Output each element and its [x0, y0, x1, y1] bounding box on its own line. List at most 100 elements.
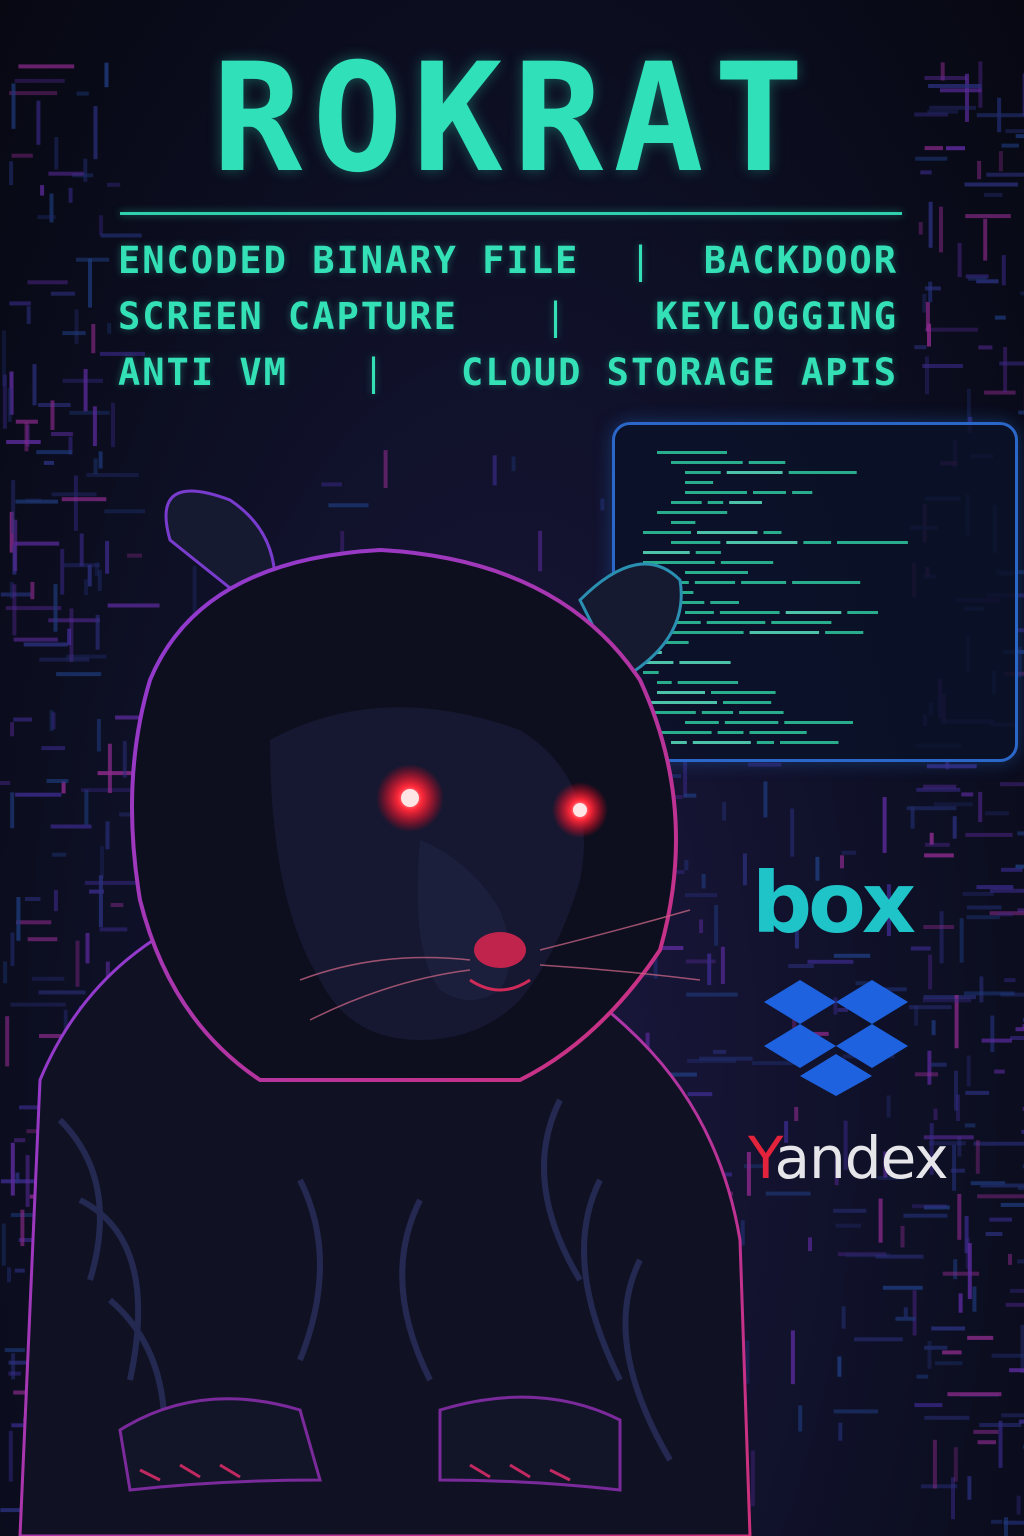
- circuit-segment: [975, 1140, 980, 1174]
- code-line-segment: [825, 631, 864, 634]
- circuit-segment: [994, 1069, 1005, 1074]
- circuit-segment: [765, 1191, 811, 1196]
- circuit-segment: [111, 402, 115, 448]
- tag-keylogging: KEYLOGGING: [655, 294, 898, 338]
- circuit-segment: [964, 182, 1018, 187]
- circuit-segment: [928, 281, 933, 303]
- poster: ROKRAT ENCODED BINARY FILE | BACKDOOR SC…: [0, 0, 1024, 1536]
- circuit-segment: [1015, 864, 1024, 869]
- circuit-segment: [950, 1168, 965, 1173]
- code-line-segment: [780, 741, 839, 744]
- circuit-segment: [984, 192, 1003, 197]
- circuit-segment: [886, 1095, 891, 1118]
- circuit-segment: [914, 1403, 943, 1408]
- circuit-segment: [798, 1405, 803, 1432]
- circuit-segment: [835, 1223, 861, 1228]
- circuit-segment: [808, 1237, 812, 1252]
- circuit-segment: [36, 100, 41, 145]
- circuit-segment: [1010, 1288, 1024, 1293]
- circuit-segment: [1000, 782, 1024, 787]
- circuit-segment: [107, 323, 112, 334]
- feature-tags: ENCODED BINARY FILE | BACKDOOR SCREEN CA…: [118, 232, 898, 400]
- circuit-segment: [18, 64, 75, 69]
- circuit-segment: [967, 276, 987, 281]
- circuit-segment: [981, 1038, 1012, 1043]
- circuit-segment: [62, 378, 103, 383]
- circuit-segment: [923, 925, 955, 929]
- circuit-segment: [964, 1123, 976, 1128]
- circuit-segment: [998, 1420, 1003, 1468]
- circuit-segment: [978, 345, 993, 350]
- circuit-segment: [967, 1476, 972, 1500]
- circuit-segment: [62, 331, 86, 336]
- circuit-segment: [972, 1286, 977, 1312]
- circuit-segment: [1017, 831, 1024, 836]
- circuit-segment: [14, 78, 65, 83]
- circuit-segment: [69, 410, 110, 415]
- circuit-segment: [1017, 1259, 1024, 1264]
- circuit-segment: [76, 91, 89, 96]
- circuit-segment: [989, 888, 1024, 893]
- circuit-segment: [962, 891, 994, 896]
- circuit-segment: [93, 458, 98, 474]
- circuit-segment: [50, 291, 76, 296]
- circuit-segment: [959, 918, 964, 963]
- circuit-segment: [882, 1285, 923, 1290]
- circuit-segment: [909, 1005, 952, 1010]
- circuit-segment: [914, 345, 927, 350]
- circuit-segment: [2, 374, 7, 429]
- circuit-segment: [961, 792, 974, 797]
- circuit-segment: [931, 1020, 936, 1036]
- code-line-segment: [726, 471, 783, 474]
- circuit-segment: [924, 286, 941, 291]
- circuit-segment: [845, 1253, 890, 1258]
- circuit-segment: [986, 172, 1024, 177]
- circuit-segment: [841, 1306, 846, 1329]
- circuit-segment: [931, 1326, 965, 1331]
- circuit-segment: [928, 201, 933, 248]
- circuit-segment: [989, 1217, 1012, 1222]
- circuit-segment: [997, 97, 1002, 133]
- circuit-segment: [932, 1439, 937, 1489]
- circuit-segment: [925, 356, 929, 395]
- circuit-segment: [104, 62, 109, 88]
- circuit-segment: [910, 946, 931, 951]
- circuit-segment: [838, 1422, 843, 1441]
- circuit-segment: [1005, 1302, 1024, 1307]
- circuit-segment: [50, 400, 55, 430]
- circuit-segment: [1018, 410, 1024, 415]
- circuit-segment: [833, 1208, 867, 1213]
- circuit-segment: [1016, 1495, 1021, 1515]
- circuit-segment: [26, 306, 31, 324]
- circuit-segment: [27, 280, 68, 285]
- circuit-segment: [977, 1194, 1024, 1199]
- circuit-segment: [854, 1337, 903, 1342]
- code-line-segment: [748, 461, 786, 464]
- circuit-segment: [1017, 908, 1024, 913]
- circuit-segment: [976, 885, 1014, 890]
- code-line-segment: [847, 611, 878, 614]
- circuit-segment: [925, 301, 930, 332]
- circuit-segment: [900, 1225, 905, 1248]
- circuit-segment: [83, 369, 88, 412]
- circuit-segment: [984, 390, 1016, 395]
- circuit-segment: [933, 1108, 938, 1121]
- circuit-segment: [788, 964, 814, 968]
- code-line-segment: [792, 581, 861, 584]
- circuit-segment: [906, 806, 957, 811]
- circuit-segment: [991, 1519, 1003, 1524]
- circuit-segment: [7, 388, 12, 422]
- circuit-segment: [924, 1415, 970, 1420]
- circuit-segment: [994, 315, 1006, 320]
- code-line-segment: [784, 721, 853, 724]
- code-line-segment: [788, 471, 857, 474]
- circuit-segment: [903, 1307, 908, 1319]
- circuit-segment: [933, 802, 973, 807]
- title-divider: [120, 212, 902, 215]
- circuit-segment: [939, 911, 944, 964]
- tag-encoded-binary-file: ENCODED BINARY FILE: [118, 238, 580, 282]
- circuit-segment: [973, 1141, 1024, 1146]
- circuit-segment: [953, 1447, 958, 1482]
- circuit-segment: [88, 258, 92, 308]
- circuit-segment: [1000, 1202, 1024, 1207]
